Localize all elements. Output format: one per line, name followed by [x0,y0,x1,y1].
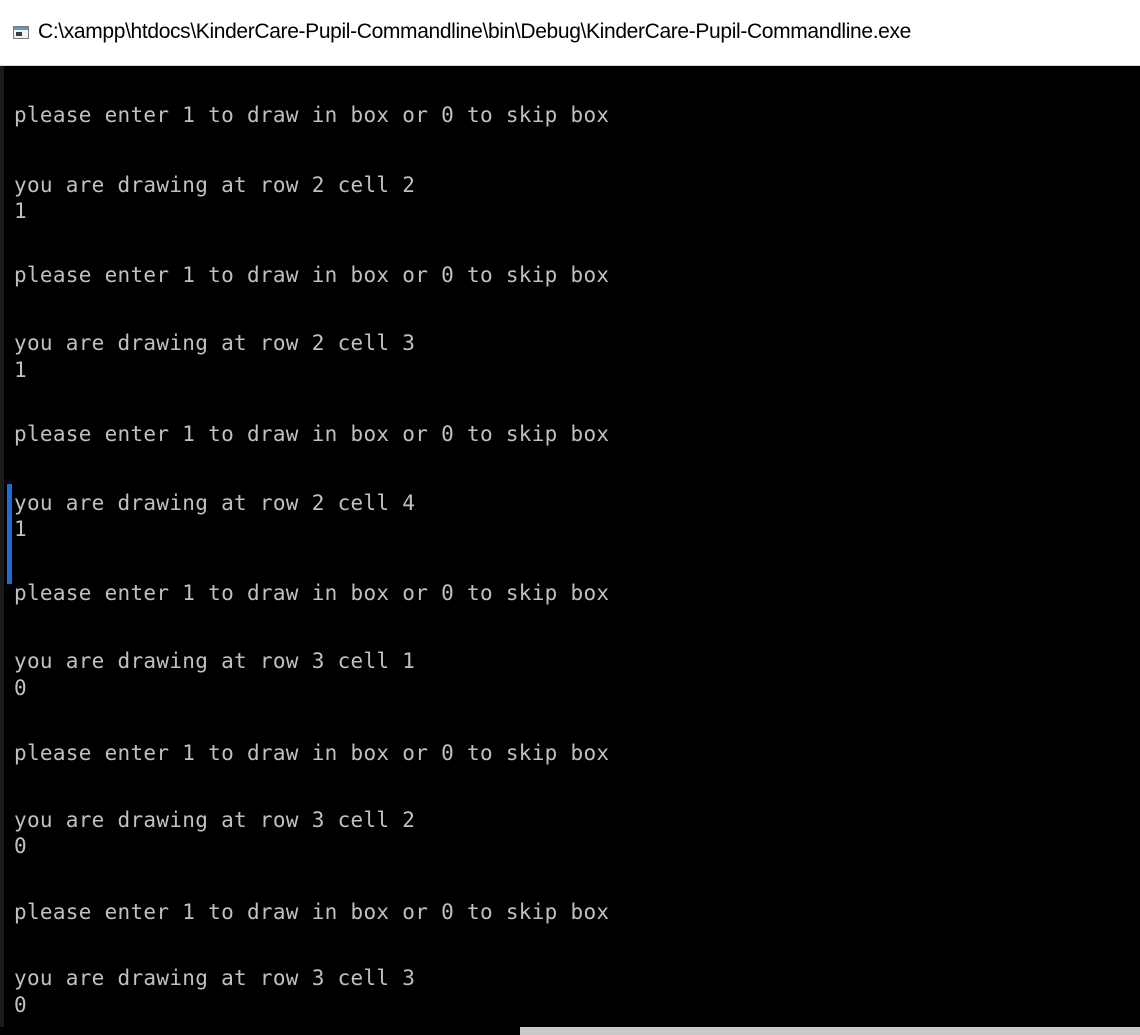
position-line: you are drawing at row 2 cell 2 [14,173,416,197]
left-edge-marker [0,66,4,1035]
position-line: you are drawing at row 3 cell 3 [14,966,416,990]
title-bar[interactable]: C:\xampp\htdocs\KinderCare-Pupil-Command… [0,0,1140,66]
prompt-line: please enter 1 to draw in box or 0 to sk… [14,422,610,446]
console-app-icon [13,26,29,39]
window-title: C:\xampp\htdocs\KinderCare-Pupil-Command… [38,20,911,43]
bottom-scrollbar-strip[interactable] [0,1027,1140,1035]
input-line: 1 [14,199,27,223]
prompt-line: please enter 1 to draw in box or 0 to sk… [14,103,610,127]
prompt-line: please enter 1 to draw in box or 0 to sk… [14,581,610,605]
console-output[interactable]: please enter 1 to draw in box or 0 to sk… [0,66,1140,1035]
prompt-line: please enter 1 to draw in box or 0 to sk… [14,741,610,765]
selection-marker [7,484,12,584]
position-line: you are drawing at row 2 cell 3 [14,331,416,355]
position-line: you are drawing at row 2 cell 4 [14,491,416,515]
position-line: you are drawing at row 3 cell 2 [14,808,416,832]
console-window: C:\xampp\htdocs\KinderCare-Pupil-Command… [0,0,1140,1035]
input-line: 1 [14,358,27,382]
prompt-line: please enter 1 to draw in box or 0 to sk… [14,900,610,924]
input-line: 0 [14,676,27,700]
input-line: 0 [14,993,27,1017]
input-line: 0 [14,834,27,858]
prompt-line: please enter 1 to draw in box or 0 to sk… [14,263,610,287]
position-line: you are drawing at row 3 cell 1 [14,649,416,673]
input-line: 1 [14,517,27,541]
